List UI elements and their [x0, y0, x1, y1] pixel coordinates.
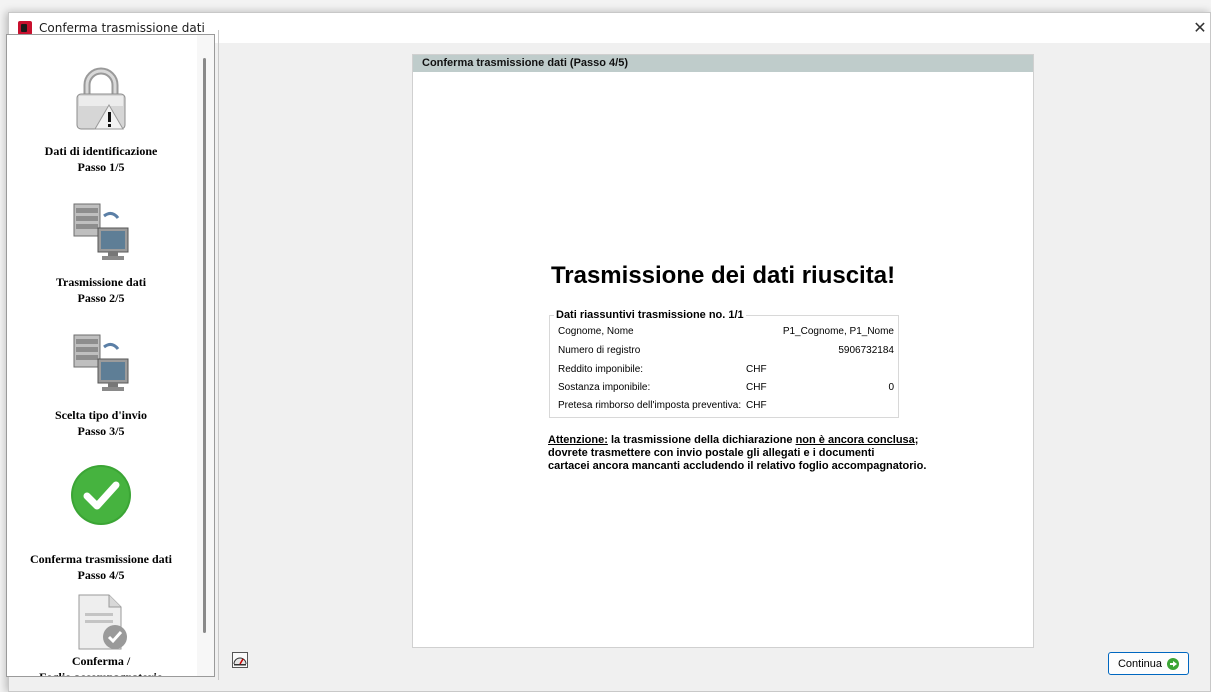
notice-part2: ;	[914, 434, 919, 446]
sidebar-step-send-type[interactable]: Scelta tipo d'invio Passo 3/5	[7, 325, 195, 455]
notice-attention: Attenzione:	[548, 434, 608, 446]
summary-row: Numero di registro 5906732184	[558, 342, 894, 360]
padlock-warning-icon	[7, 65, 195, 131]
step-5-number: Foglio accompagnatorio	[39, 670, 163, 677]
sidebar-step-transmission[interactable]: Trasmissione dati Passo 2/5	[7, 195, 195, 325]
steps-list: Dati di identificazione Passo 1/5 Trasmi…	[7, 35, 195, 676]
speed-meter-button[interactable]	[232, 652, 248, 668]
sidebar-step-identification[interactable]: Dati di identificazione Passo 1/5	[7, 35, 195, 195]
row-label: Pretesa rimborso dell'imposta preventiva…	[558, 400, 742, 411]
step-4-title: Conferma trasmissione dati	[30, 552, 172, 566]
step-5-title: Conferma /	[71, 654, 131, 668]
attention-notice: Attenzione: la trasmissione della dichia…	[548, 434, 938, 473]
summary-row: Pretesa rimborso dell'imposta preventiva…	[558, 397, 894, 415]
step-1-title: Dati di identificazione	[44, 144, 158, 158]
sidebar-step-cover-letter[interactable]: Conferma / Foglio accompagnatorio	[7, 590, 195, 677]
panel-header: Conferma trasmissione dati (Passo 4/5)	[413, 55, 1033, 72]
close-button[interactable]: ✕	[1190, 13, 1210, 43]
notice-part1: la trasmissione della dichiarazione	[607, 434, 796, 446]
arrow-right-icon	[1167, 657, 1180, 670]
summary-box: Dati riassuntivi trasmissione no. 1/1 Co…	[549, 309, 899, 418]
main-divider	[218, 30, 219, 680]
step-1-number: Passo 1/5	[77, 160, 125, 174]
summary-row: Sostanza imponibile: CHF 0	[558, 379, 894, 397]
notice-line-1: Attenzione: la trasmissione della dichia…	[548, 434, 938, 447]
step-2-number: Passo 2/5	[77, 291, 125, 305]
sidebar-scroll-thumb[interactable]	[203, 58, 206, 633]
row-label: Sostanza imponibile:	[558, 382, 651, 393]
server-transfer-icon	[7, 198, 195, 264]
steps-sidebar: Dati di identificazione Passo 1/5 Trasmi…	[6, 34, 215, 677]
row-value: P1_Cognome, P1_Nome	[782, 326, 894, 337]
server-transfer-icon	[7, 329, 195, 395]
row-label: Reddito imponibile:	[558, 364, 644, 375]
sidebar-step-confirmation[interactable]: Conferma trasmissione dati Passo 4/5	[7, 455, 195, 590]
step-3-title: Scelta tipo d'invio	[54, 408, 147, 422]
row-currency: CHF	[746, 400, 767, 411]
window-title: Conferma trasmissione dati	[39, 21, 205, 35]
notice-not-concluded: non è ancora conclusa	[795, 434, 915, 446]
notice-line-2: dovrete trasmettere con invio postale gl…	[548, 447, 875, 459]
row-label: Numero di registro	[558, 345, 641, 356]
row-label: Cognome, Nome	[558, 326, 634, 337]
summary-row: Cognome, Nome P1_Cognome, P1_Nome	[558, 323, 894, 341]
green-check-icon	[7, 463, 195, 527]
notice-line-3: cartacei ancora mancanti accludendo il r…	[548, 460, 927, 472]
continue-label: Continua	[1117, 657, 1163, 670]
gauge-icon	[233, 657, 247, 666]
row-currency: CHF	[746, 364, 767, 375]
row-currency: CHF	[746, 382, 767, 393]
document-check-icon	[7, 593, 195, 651]
step-4-number: Passo 4/5	[77, 568, 125, 582]
summary-legend: Dati riassuntivi trasmissione no. 1/1	[554, 309, 746, 321]
summary-row: Reddito imponibile: CHF	[558, 361, 894, 379]
step-3-number: Passo 3/5	[77, 424, 125, 438]
continue-button[interactable]: Continua	[1108, 652, 1189, 675]
confirmation-panel: Conferma trasmissione dati (Passo 4/5) T…	[412, 54, 1034, 648]
sidebar-scrollbar[interactable]	[197, 35, 214, 676]
row-value: 5906732184	[838, 345, 894, 356]
step-2-title: Trasmissione dati	[55, 275, 147, 289]
app-logo-icon	[18, 21, 32, 35]
success-title: Trasmissione dei dati riuscita!	[550, 262, 896, 289]
row-value: 0	[888, 382, 894, 393]
